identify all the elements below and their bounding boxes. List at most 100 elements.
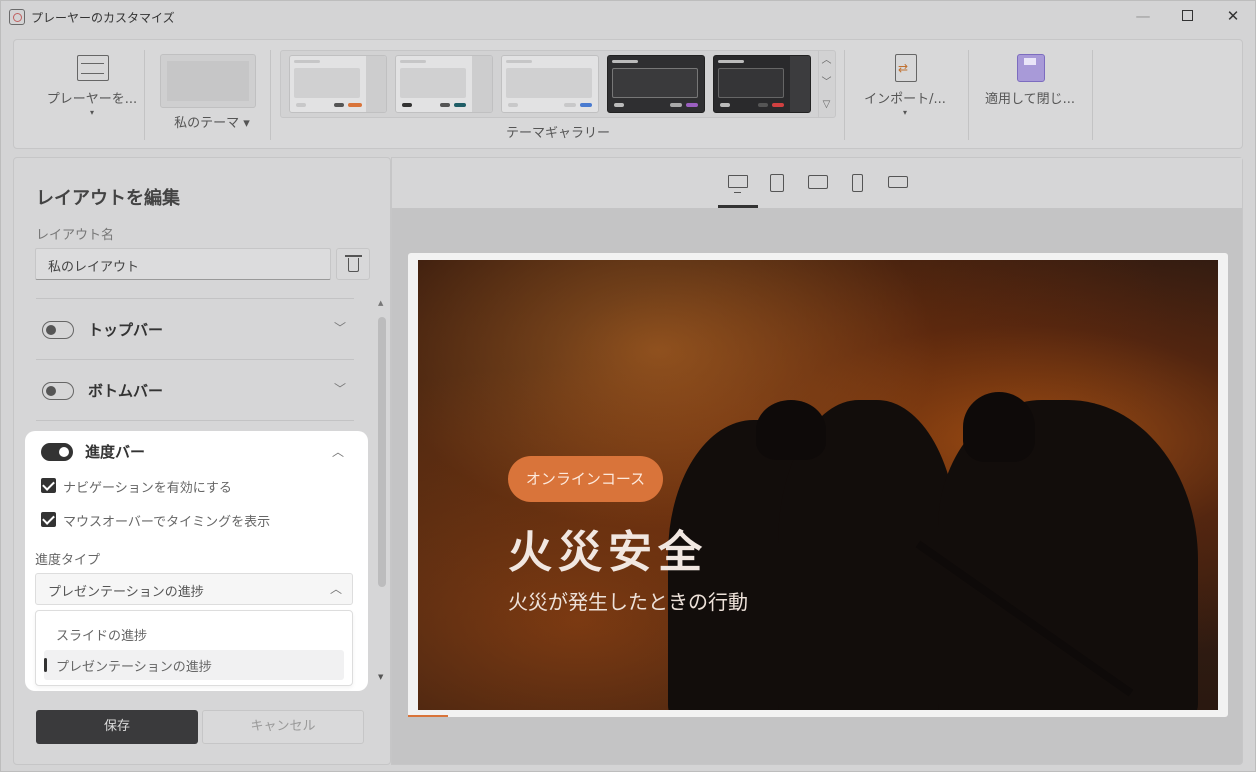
apply-label: 適用して閉じ... [984,92,1075,107]
progress-type-label: 進度タイプ [35,553,101,568]
progress-bar-header[interactable]: 進度バー ︿ [25,431,368,471]
phone-landscape-icon[interactable] [888,176,908,188]
top-bar-label: トップバー [88,321,164,339]
progress-bar-section: 進度バー ︿ ナビゲーションを有効にする マウスオーバーでタイミングを表示 進度… [25,431,368,691]
thumb-dot [580,103,592,107]
ribbon-divider [144,50,145,140]
my-theme-button[interactable]: 私のテーマ ▾ [156,40,268,148]
section-top-bar[interactable]: トップバー ﹀ [36,299,354,359]
thumb-bar [612,60,638,63]
window-title: プレーヤーのカスタマイズ [31,11,175,25]
trash-icon-lid [345,255,362,257]
top-bar-toggle[interactable] [42,321,74,339]
tablet-portrait-icon[interactable] [770,174,784,192]
minimize-button[interactable]: — [1131,5,1155,27]
save-button[interactable]: 保存 [36,710,198,744]
progress-type-dropdown: スライドの進捗 プレゼンテーションの進捗 [35,610,353,686]
hover-timing-checkbox[interactable] [41,512,56,527]
hover-timing-option[interactable]: マウスオーバーでタイミングを表示 [41,511,341,531]
layout-name-label: レイアウト名 [36,228,115,243]
apply-close-button[interactable]: 適用して閉じ... [970,40,1090,148]
thumb-dot [614,103,624,107]
player-button-label: プレーヤーを... [46,92,138,107]
slide-title: 火災安全 [508,527,708,578]
maximize-button[interactable] [1175,5,1199,27]
my-theme-thumbnail [160,54,256,108]
thumb-bar [294,60,320,63]
progress-type-select[interactable]: プレゼンテーションの進捗 ︿ [35,573,353,605]
import-export-button[interactable]: インポート/... ▾ [850,40,960,148]
theme-thumb-3[interactable] [501,55,599,113]
gallery-scroll-up-icon[interactable]: ︿ [819,50,834,72]
progress-type-value: プレゼンテーションの進捗 [48,585,204,600]
dropdown-option-presentation-progress[interactable]: プレゼンテーションの進捗 [44,650,344,680]
theme-thumb-1[interactable] [289,55,387,113]
thumb-dot [348,103,362,107]
thumb-side [790,56,810,112]
section-bottom-bar[interactable]: ボトムバー ﹀ [36,360,354,420]
thumb-dot [772,103,784,107]
enable-navigation-option[interactable]: ナビゲーションを有効にする [41,477,341,497]
thumb-bar [718,60,744,63]
divider [36,420,354,421]
panel-scrollbar[interactable]: ▲ ▼ [375,299,389,689]
theme-thumb-5[interactable] [713,55,811,113]
slide-subtitle: 火災が発生したときの行動 [508,590,748,614]
progress-bar-label: 進度バー [85,443,146,461]
ribbon-toolbar: プレーヤーを... ▾ 私のテーマ ▾ ︿ ﹀ ▽ テーマギャラリー ⇄ インポ… [13,39,1243,149]
gallery-expand-icon[interactable]: ▽ [819,94,834,116]
scroll-thumb[interactable] [378,317,386,587]
delete-layout-button[interactable] [336,248,370,280]
my-theme-label: 私のテーマ ▾ [174,116,250,131]
progress-bar-toggle[interactable] [41,443,73,461]
import-label: インポート/... [864,92,946,107]
thumb-dot [564,103,576,107]
maximize-icon [1181,10,1193,21]
dropdown-option-slide-progress[interactable]: スライドの進捗 [44,619,344,649]
thumb-screen [506,68,592,98]
thumb-dot [508,103,518,107]
thumb-dot [720,103,730,107]
bottom-bar-label: ボトムバー [88,382,164,400]
thumb-bar [400,60,426,63]
player-layout-icon [77,55,109,81]
device-toolbar [392,158,1242,208]
enable-navigation-checkbox[interactable] [41,478,56,493]
ribbon-divider [968,50,969,140]
panel-title: レイアウトを編集 [36,188,180,209]
chevron-down-icon[interactable]: ﹀ [332,319,348,335]
phone-portrait-icon[interactable] [852,174,863,192]
thumb-dot [440,103,450,107]
cancel-button[interactable]: キャンセル [202,710,364,744]
theme-thumb-2[interactable] [395,55,493,113]
layout-name-input[interactable]: 私のレイアウト [35,248,331,280]
scroll-down-icon[interactable]: ▼ [378,673,383,681]
preview-area: オンラインコース 火災安全 火災が発生したときの行動 [391,157,1243,765]
thumb-screen [718,68,784,98]
gallery-scroll-down-icon[interactable]: ﹀ [819,72,834,94]
enable-navigation-label: ナビゲーションを有効にする [63,481,232,496]
thumb-screen [400,68,466,98]
chevron-up-icon[interactable]: ︿ [330,443,346,459]
progress-indicator [408,715,448,717]
helmet-silhouette [963,392,1035,462]
slide-preview: オンラインコース 火災安全 火災が発生したときの行動 [418,260,1218,710]
scroll-up-icon[interactable]: ▲ [378,299,383,307]
theme-thumb-4[interactable] [607,55,705,113]
tablet-landscape-icon[interactable] [808,175,828,189]
trash-icon [348,258,359,272]
bottom-bar-toggle[interactable] [42,382,74,400]
app-palette-icon [9,9,25,25]
title-bar: プレーヤーのカスタマイズ — ✕ [1,1,1255,33]
thumb-dot [670,103,682,107]
thumb-dot [402,103,412,107]
desktop-icon[interactable] [728,175,748,193]
thumb-dot [686,103,698,107]
player-button[interactable]: プレーヤーを... ▾ [32,40,152,148]
helmet-silhouette [756,400,826,460]
ribbon-divider [1092,50,1093,140]
thumb-side [472,56,492,112]
close-button[interactable]: ✕ [1221,5,1245,27]
apply-save-icon [1017,54,1045,82]
chevron-down-icon[interactable]: ﹀ [332,380,348,396]
